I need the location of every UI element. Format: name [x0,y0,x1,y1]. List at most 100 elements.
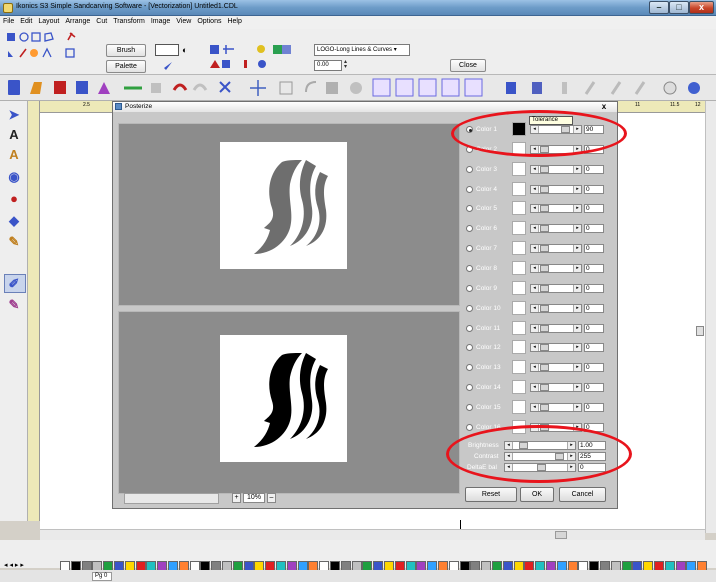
slider-thumb[interactable] [540,225,549,233]
color-radio[interactable] [466,423,473,431]
ok-button[interactable]: OK [520,487,554,502]
tolerance-slider[interactable]: ◂ ▸ [530,402,582,412]
slider-left-arrow-icon[interactable]: ◂ [531,264,539,272]
slider-thumb[interactable] [540,264,549,272]
tolerance-value[interactable]: 0 [584,383,604,393]
slider-right-arrow-icon[interactable]: ▸ [573,403,581,411]
menu-help[interactable]: Help [224,16,244,25]
slider-right-arrow-icon[interactable]: ▸ [573,225,581,233]
angle-spinner[interactable]: ▴ ▾ [344,59,350,71]
menu-cut[interactable]: Cut [93,16,110,25]
cancel-button[interactable]: Cancel [559,487,606,502]
color-radio[interactable] [466,165,473,173]
brush-button[interactable]: Brush [106,44,146,57]
tolerance-slider[interactable]: ◂ ▸ [530,303,582,313]
slider-left-arrow-icon[interactable]: ◂ [531,185,539,193]
reset-button[interactable]: Reset [465,487,517,502]
slider-left-arrow-icon[interactable]: ◂ [531,284,539,292]
color-radio[interactable] [466,245,473,253]
tolerance-value[interactable]: 0 [584,323,604,333]
slider-left-arrow-icon[interactable]: ◂ [531,403,539,411]
tolerance-slider[interactable]: ◂ ▸ [530,263,582,273]
slider-thumb[interactable] [540,304,549,312]
slider-right-arrow-icon[interactable]: ▸ [573,185,581,193]
tolerance-value[interactable]: 0 [584,303,604,313]
tolerance-value[interactable]: 0 [584,244,604,254]
menu-file[interactable]: File [0,16,17,25]
color-swatch[interactable] [512,380,526,395]
color-radio[interactable] [466,364,473,372]
menu-edit[interactable]: Edit [17,16,35,25]
color-radio[interactable] [466,384,473,392]
vertical-scroll-thumb[interactable] [696,326,704,336]
color-swatch[interactable] [512,181,526,196]
slider-left-arrow-icon[interactable]: ◂ [531,245,539,253]
slider-right-arrow-icon[interactable]: ▸ [573,245,581,253]
menu-options[interactable]: Options [194,16,224,25]
color-swatch[interactable] [512,320,526,335]
color-radio[interactable] [466,403,473,411]
tolerance-value[interactable]: 0 [584,224,604,234]
minimize-button[interactable]: – [649,1,669,14]
slider-right-arrow-icon[interactable]: ▸ [573,264,581,272]
tolerance-slider[interactable]: ◂ ▸ [530,383,582,393]
tolerance-value[interactable]: 0 [584,184,604,194]
tolerance-value[interactable]: 0 [584,263,604,273]
stroke-style-icon[interactable] [154,60,178,72]
close-window-button[interactable]: x [689,1,714,14]
edit-tool-icon[interactable]: ✎ [7,298,21,312]
slider-thumb[interactable] [540,185,549,193]
menu-layout[interactable]: Layout [35,16,62,25]
style-select[interactable]: LOGO-Long Lines & Curves ▾ [314,44,410,56]
color-swatch[interactable] [512,360,526,375]
toolbar-close-button[interactable]: Close [450,59,486,72]
color-radio[interactable] [466,264,473,272]
dialog-close-button[interactable]: x [598,102,610,112]
color-swatch[interactable] [512,399,526,414]
color-swatch[interactable] [512,280,526,295]
zoom-tool-icon[interactable]: ◉ [7,170,21,184]
color-radio[interactable] [466,324,473,332]
fill-toggle-icon[interactable]: ◐ [182,45,192,55]
slider-right-arrow-icon[interactable]: ▸ [573,324,581,332]
color-swatch[interactable] [512,201,526,216]
tolerance-value[interactable]: 0 [584,164,604,174]
tolerance-slider[interactable]: ◂ ▸ [530,244,582,254]
tolerance-value[interactable]: 0 [584,343,604,353]
tolerance-slider[interactable]: ◂ ▸ [530,363,582,373]
color-picker-icon[interactable]: ◆ [7,214,21,228]
color-radio[interactable] [466,205,473,213]
color-radio[interactable] [466,304,473,312]
tolerance-value[interactable]: 0 [584,283,604,293]
slider-thumb[interactable] [540,403,549,411]
slider-left-arrow-icon[interactable]: ◂ [531,304,539,312]
vertical-scrollbar[interactable] [705,101,716,533]
slider-thumb[interactable] [540,384,549,392]
color-swatch[interactable] [512,300,526,315]
slider-left-arrow-icon[interactable]: ◂ [531,384,539,392]
tolerance-slider[interactable]: ◂ ▸ [530,184,582,194]
zoom-out-button[interactable]: – [267,493,276,503]
color-swatch[interactable] [512,260,526,275]
slider-thumb[interactable] [540,344,549,352]
slider-thumb[interactable] [540,324,549,332]
maximize-button[interactable]: □ [669,1,689,14]
line-width-box[interactable] [155,44,179,56]
color-radio[interactable] [466,344,473,352]
slider-left-arrow-icon[interactable]: ◂ [531,205,539,213]
slider-left-arrow-icon[interactable]: ◂ [531,225,539,233]
menu-transform[interactable]: Transform [110,16,148,25]
tolerance-slider[interactable]: ◂ ▸ [530,343,582,353]
slider-right-arrow-icon[interactable]: ▸ [573,284,581,292]
menu-arrange[interactable]: Arrange [62,16,93,25]
menu-image[interactable]: Image [148,16,173,25]
horizontal-scrollbar[interactable] [40,529,705,540]
slider-right-arrow-icon[interactable]: ▸ [573,384,581,392]
color-radio[interactable] [466,284,473,292]
slider-left-arrow-icon[interactable]: ◂ [531,364,539,372]
slider-right-arrow-icon[interactable]: ▸ [573,165,581,173]
tolerance-value[interactable]: 0 [584,204,604,214]
tolerance-value[interactable]: 0 [584,402,604,412]
tolerance-slider[interactable]: ◂ ▸ [530,224,582,234]
slider-right-arrow-icon[interactable]: ▸ [573,344,581,352]
